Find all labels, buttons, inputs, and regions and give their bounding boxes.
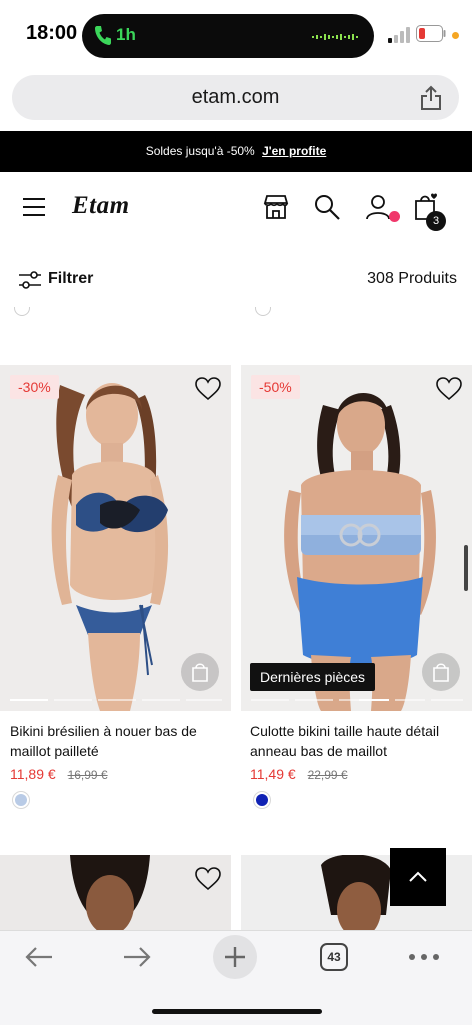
menu-icon[interactable] bbox=[22, 197, 46, 217]
product-price: 11,49 € 22,99 € bbox=[250, 766, 348, 782]
color-swatch-partial[interactable] bbox=[255, 307, 271, 316]
page-scrollbar[interactable] bbox=[464, 545, 468, 591]
privacy-indicator bbox=[452, 32, 459, 39]
promo-link[interactable]: J'en profite bbox=[262, 144, 326, 158]
new-tab-button[interactable] bbox=[213, 935, 257, 979]
filter-icon[interactable] bbox=[18, 270, 42, 290]
swatch-color bbox=[15, 794, 27, 806]
carousel-indicator bbox=[251, 699, 289, 701]
promo-banner: Soldes jusqu'à -50% J'en profite bbox=[0, 131, 472, 172]
promo-text: Soldes jusqu'à -50% bbox=[145, 144, 255, 158]
color-swatch[interactable] bbox=[12, 791, 30, 809]
account-icon[interactable] bbox=[364, 193, 392, 221]
carousel-indicator bbox=[431, 699, 463, 701]
plus-icon bbox=[225, 947, 245, 967]
forward-arrow-icon[interactable] bbox=[122, 945, 152, 969]
color-swatch[interactable] bbox=[253, 791, 271, 809]
wishlist-heart-icon[interactable] bbox=[195, 867, 221, 891]
brand-logo[interactable]: Etam bbox=[72, 192, 130, 220]
color-swatch-partial[interactable] bbox=[14, 307, 30, 316]
dynamic-island-call[interactable]: 1h bbox=[82, 14, 374, 58]
filter-button[interactable]: Filtrer bbox=[48, 270, 93, 288]
carousel-indicator-active bbox=[10, 699, 48, 701]
wishlist-heart-icon[interactable] bbox=[195, 377, 221, 401]
audio-wave-icon bbox=[312, 34, 358, 40]
product-image[interactable]: -50% Dernières pièces bbox=[241, 365, 472, 711]
product-title[interactable]: Culotte bikini taille haute détail annea… bbox=[250, 721, 470, 761]
products-count: 308 Produits bbox=[367, 270, 457, 287]
add-to-bag-icon bbox=[192, 663, 208, 682]
sale-price: 11,89 € bbox=[10, 766, 56, 782]
discount-badge: -50% bbox=[251, 375, 300, 399]
add-to-bag-icon bbox=[433, 663, 449, 682]
product-image[interactable] bbox=[0, 855, 231, 935]
address-bar[interactable]: etam.com bbox=[12, 75, 459, 120]
wishlist-heart-icon[interactable] bbox=[436, 377, 462, 401]
carousel-indicator-active bbox=[359, 699, 389, 701]
carousel-indicator bbox=[98, 699, 136, 701]
carousel-indicator bbox=[142, 699, 180, 701]
more-options-icon[interactable] bbox=[408, 953, 440, 961]
add-to-cart-button[interactable] bbox=[181, 653, 219, 691]
account-notification-dot bbox=[389, 211, 400, 222]
url-text[interactable]: etam.com bbox=[12, 86, 459, 109]
product-price: 11,89 € 16,99 € bbox=[10, 766, 108, 782]
store-icon[interactable] bbox=[262, 193, 290, 221]
battery-icon bbox=[416, 25, 446, 42]
product-title[interactable]: Bikini brésilien à nouer bas de maillot … bbox=[10, 721, 230, 761]
cart-count-badge: 3 bbox=[426, 211, 446, 231]
search-icon[interactable] bbox=[313, 193, 341, 221]
add-to-cart-button[interactable] bbox=[422, 653, 460, 691]
home-indicator[interactable] bbox=[152, 1009, 322, 1014]
original-price: 16,99 € bbox=[67, 768, 108, 782]
signal-icon bbox=[388, 27, 410, 43]
phone-icon bbox=[95, 26, 111, 45]
browser-toolbar: 43 bbox=[0, 930, 472, 1025]
sale-price: 11,49 € bbox=[250, 766, 296, 782]
tab-switcher-button[interactable]: 43 bbox=[320, 943, 348, 971]
carousel-indicator bbox=[186, 699, 222, 701]
share-icon[interactable] bbox=[419, 85, 443, 111]
last-pieces-tag: Dernières pièces bbox=[250, 663, 376, 691]
carousel-indicator bbox=[395, 699, 425, 701]
original-price: 22,99 € bbox=[307, 768, 348, 782]
discount-badge: -30% bbox=[10, 375, 59, 399]
carousel-indicator bbox=[295, 699, 333, 701]
call-duration: 1h bbox=[116, 25, 136, 44]
carousel-indicator bbox=[54, 699, 92, 701]
back-arrow-icon[interactable] bbox=[24, 945, 54, 969]
status-time: 18:00 bbox=[26, 22, 78, 44]
product-image[interactable]: -30% bbox=[0, 365, 231, 711]
scroll-to-top-button[interactable] bbox=[390, 848, 446, 906]
swatch-color bbox=[256, 794, 268, 806]
chevron-up-icon bbox=[409, 871, 427, 882]
